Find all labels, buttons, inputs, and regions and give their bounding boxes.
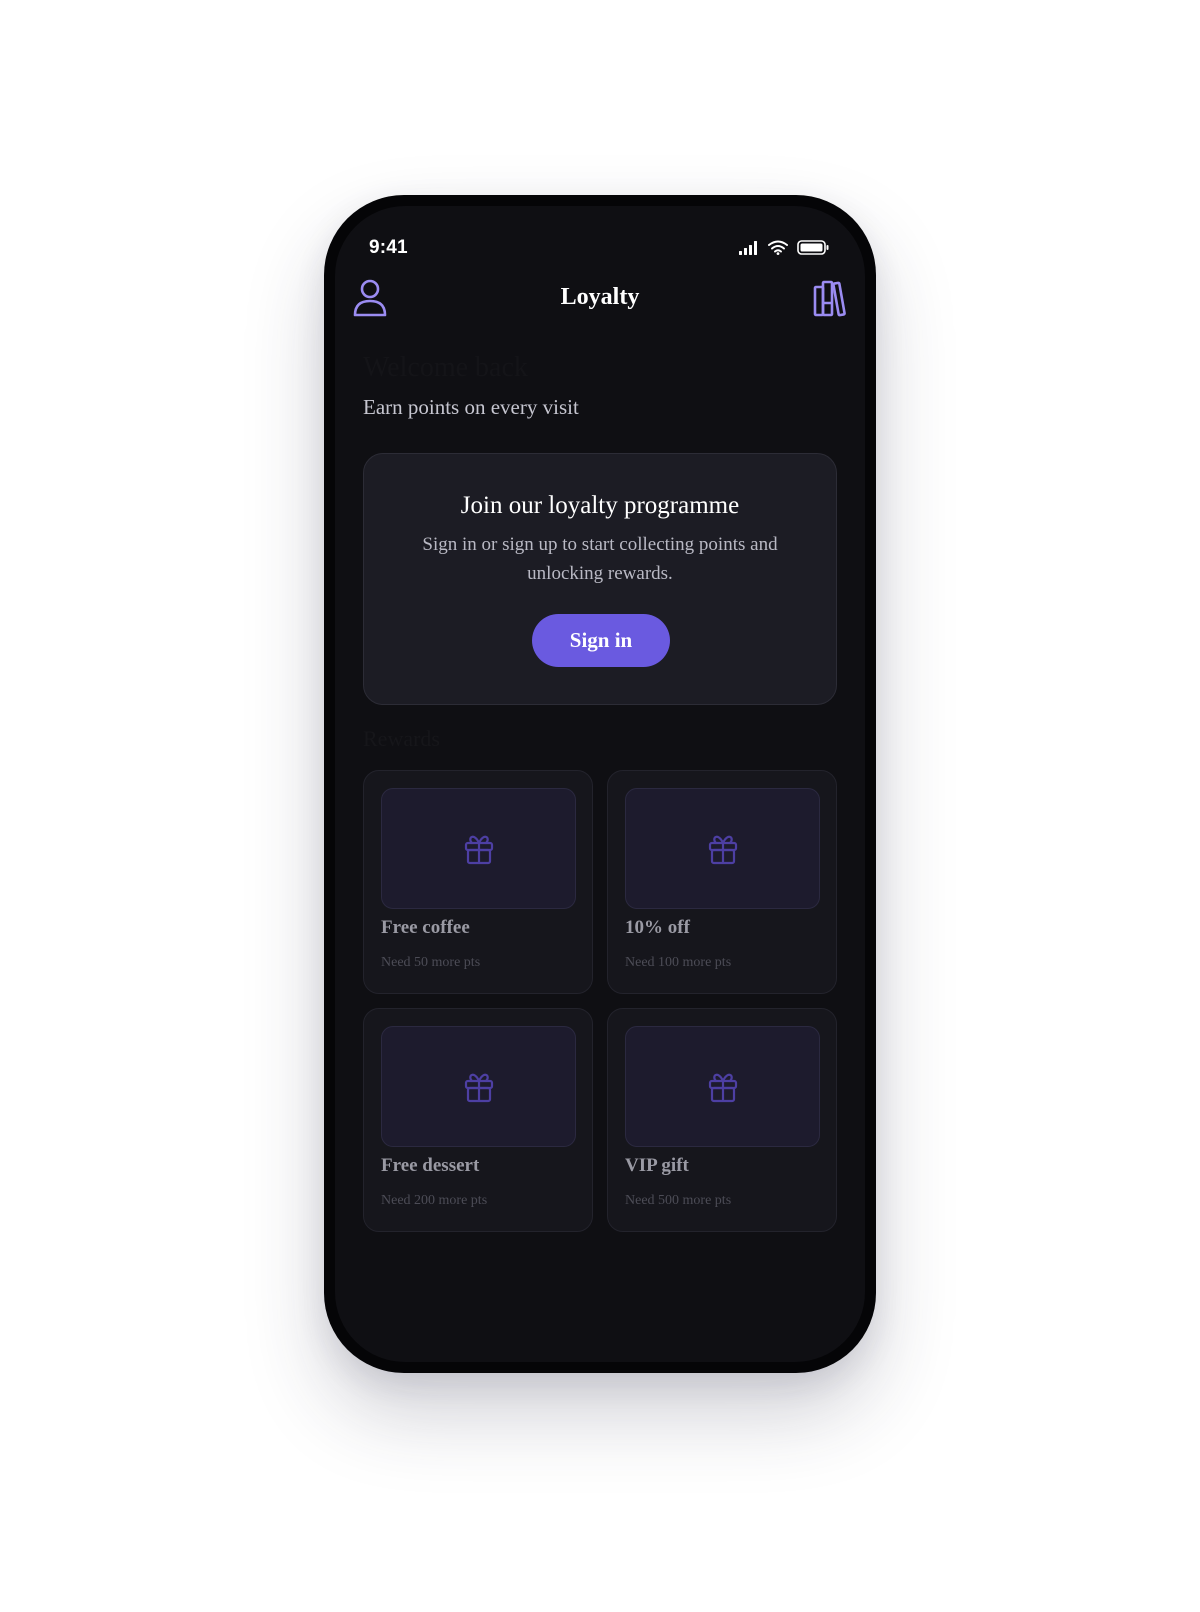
sign-in-button[interactable]: Sign in: [532, 614, 670, 667]
reward-points-needed: Need 50 more pts: [381, 955, 481, 970]
wifi-icon: [768, 240, 788, 255]
app-screen: 9:41 Loyalty Welcome back Earn points on…: [335, 206, 865, 1362]
reward-name: Free dessert: [381, 1155, 480, 1176]
reward-name: VIP gift: [625, 1155, 689, 1176]
reward-points-needed: Need 200 more pts: [381, 1193, 488, 1208]
welcome-subtitle: Earn points on every visit: [363, 395, 579, 419]
reward-image: [381, 1026, 576, 1147]
reward-name: 10% off: [625, 917, 690, 938]
join-card-text: Sign in or sign up to start collecting p…: [422, 534, 778, 584]
welcome-heading: Welcome back: [363, 352, 528, 383]
reward-card[interactable]: VIP gift Need 500 more pts: [607, 1008, 837, 1232]
reward-points-needed: Need 100 more pts: [625, 955, 732, 970]
join-loyalty-card: Join our loyalty programme Sign in or si…: [363, 453, 837, 705]
battery-icon: [797, 240, 829, 255]
page-title: Loyalty: [560, 284, 640, 310]
reward-image: [381, 788, 576, 909]
reward-name: Free coffee: [381, 917, 470, 938]
reward-image: [625, 788, 820, 909]
page-background: 9:41 Loyalty Welcome back Earn points on…: [0, 0, 1200, 1612]
reward-image: [625, 1026, 820, 1147]
status-icons: [739, 240, 829, 255]
reward-points-needed: Need 500 more pts: [625, 1193, 732, 1208]
reward-card[interactable]: 10% off Need 100 more pts: [607, 770, 837, 994]
library-button[interactable]: [813, 279, 851, 317]
gift-icon: [464, 835, 493, 864]
gift-icon: [708, 835, 737, 864]
reward-card[interactable]: Free coffee Need 50 more pts: [363, 770, 593, 994]
join-card-title: Join our loyalty programme: [460, 492, 740, 519]
status-time: 9:41: [369, 237, 408, 258]
rewards-section-label: Rewards: [363, 726, 440, 751]
gift-icon: [464, 1073, 493, 1102]
gift-icon: [708, 1073, 737, 1102]
signal-icon: [739, 240, 757, 255]
phone-frame: 9:41 Loyalty Welcome back Earn points on…: [324, 195, 876, 1373]
library-icon: [813, 280, 846, 317]
reward-card[interactable]: Free dessert Need 200 more pts: [363, 1008, 593, 1232]
